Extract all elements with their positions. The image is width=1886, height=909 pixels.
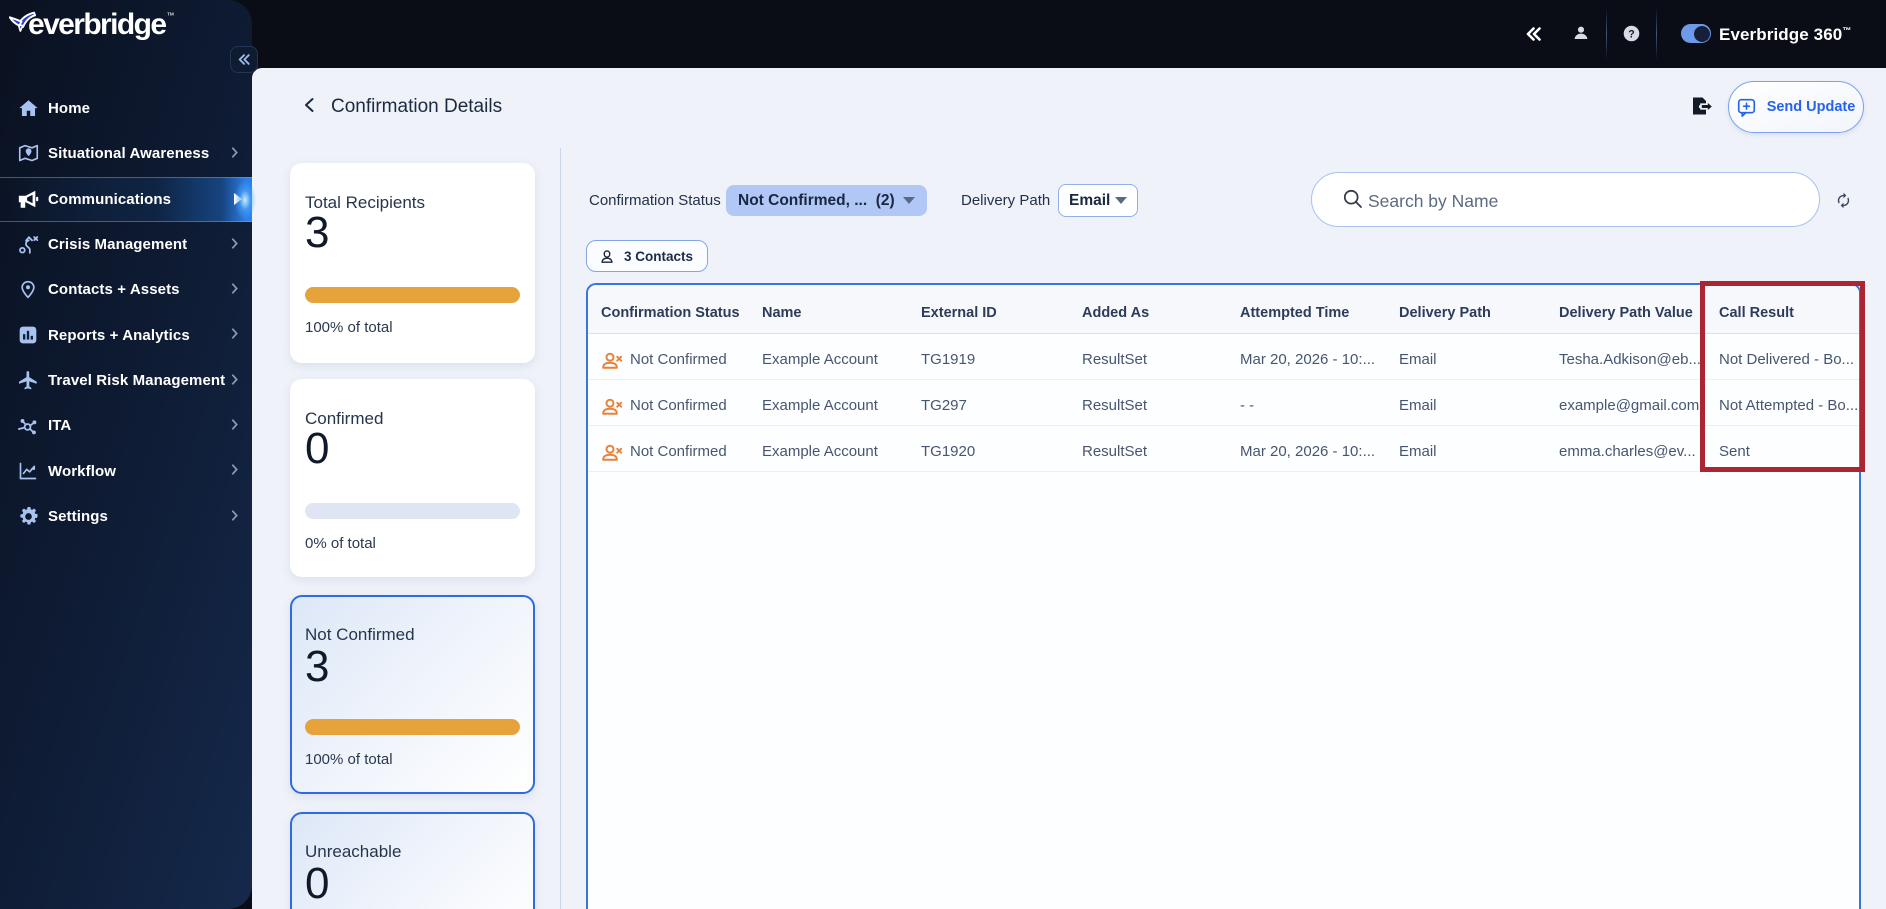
svg-text:?: ? xyxy=(1628,28,1634,40)
